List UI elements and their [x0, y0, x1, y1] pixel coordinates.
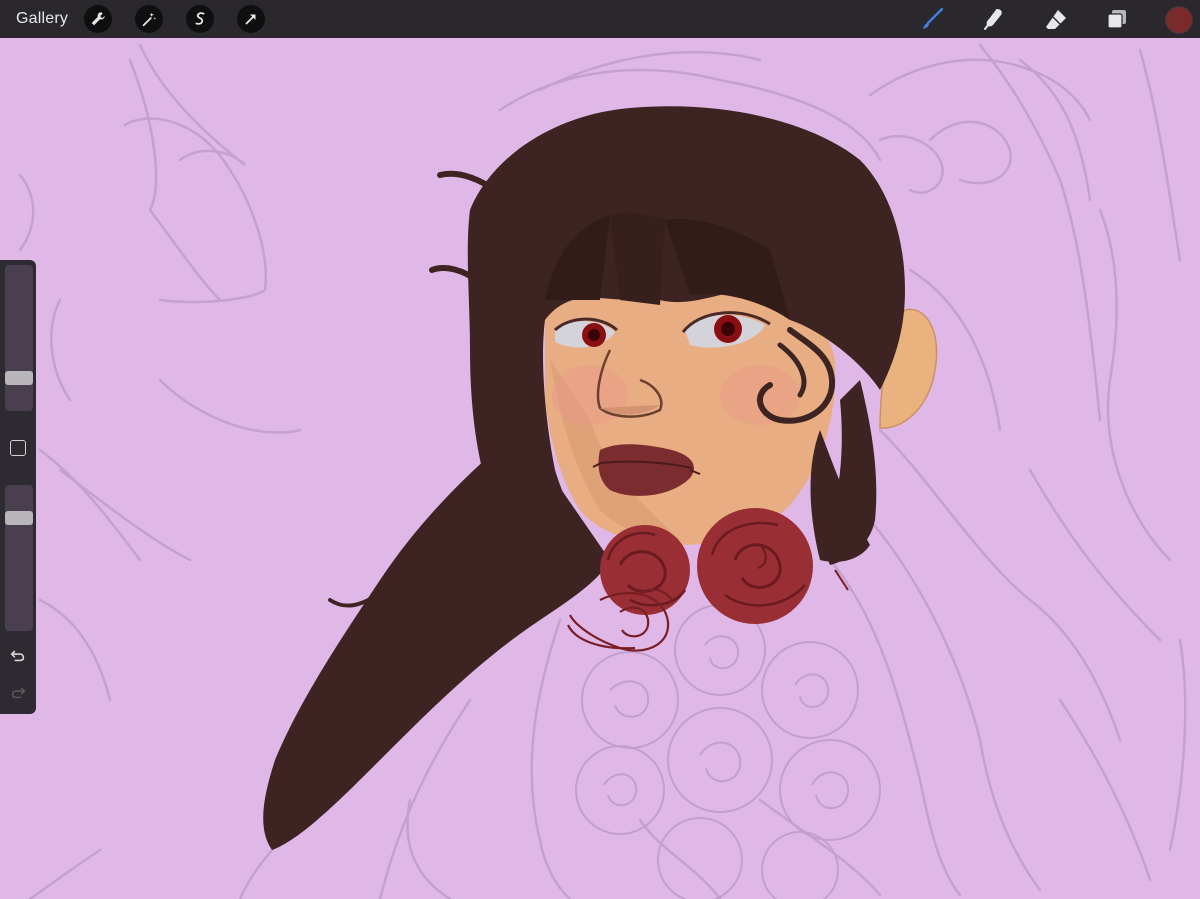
gallery-button[interactable]: Gallery — [16, 10, 68, 28]
opacity-slider[interactable] — [5, 485, 33, 631]
eraser-icon — [1046, 10, 1066, 29]
opacity-thumb[interactable] — [5, 511, 33, 526]
brush-tool-button[interactable] — [918, 5, 948, 33]
transform-button[interactable] — [237, 5, 265, 33]
smudge-icon — [984, 9, 1002, 30]
brush-size-thumb[interactable] — [5, 370, 33, 385]
layers-icon — [1107, 10, 1126, 29]
color-picker-swatch[interactable] — [1165, 6, 1193, 34]
selection-icon — [195, 12, 205, 25]
magic-wand-icon — [142, 12, 157, 27]
undo-icon — [10, 650, 25, 662]
eraser-tool-button[interactable] — [1041, 5, 1071, 33]
redo-button[interactable] — [8, 682, 28, 702]
undo-button[interactable] — [8, 645, 28, 665]
drawing-canvas[interactable] — [0, 38, 1200, 899]
brush-icon — [923, 7, 944, 29]
smudge-tool-button[interactable] — [979, 5, 1009, 33]
brush-sidebar — [0, 260, 36, 714]
selection-button[interactable] — [186, 5, 214, 33]
transform-arrow-icon — [245, 14, 256, 25]
top-toolbar: Gallery — [0, 0, 1200, 38]
adjustments-button[interactable] — [135, 5, 163, 33]
layers-button[interactable] — [1102, 5, 1132, 33]
modify-button[interactable] — [10, 440, 26, 456]
brush-size-slider[interactable] — [5, 265, 33, 411]
redo-icon — [11, 687, 26, 699]
actions-button[interactable] — [84, 5, 112, 33]
wrench-icon — [91, 12, 105, 26]
